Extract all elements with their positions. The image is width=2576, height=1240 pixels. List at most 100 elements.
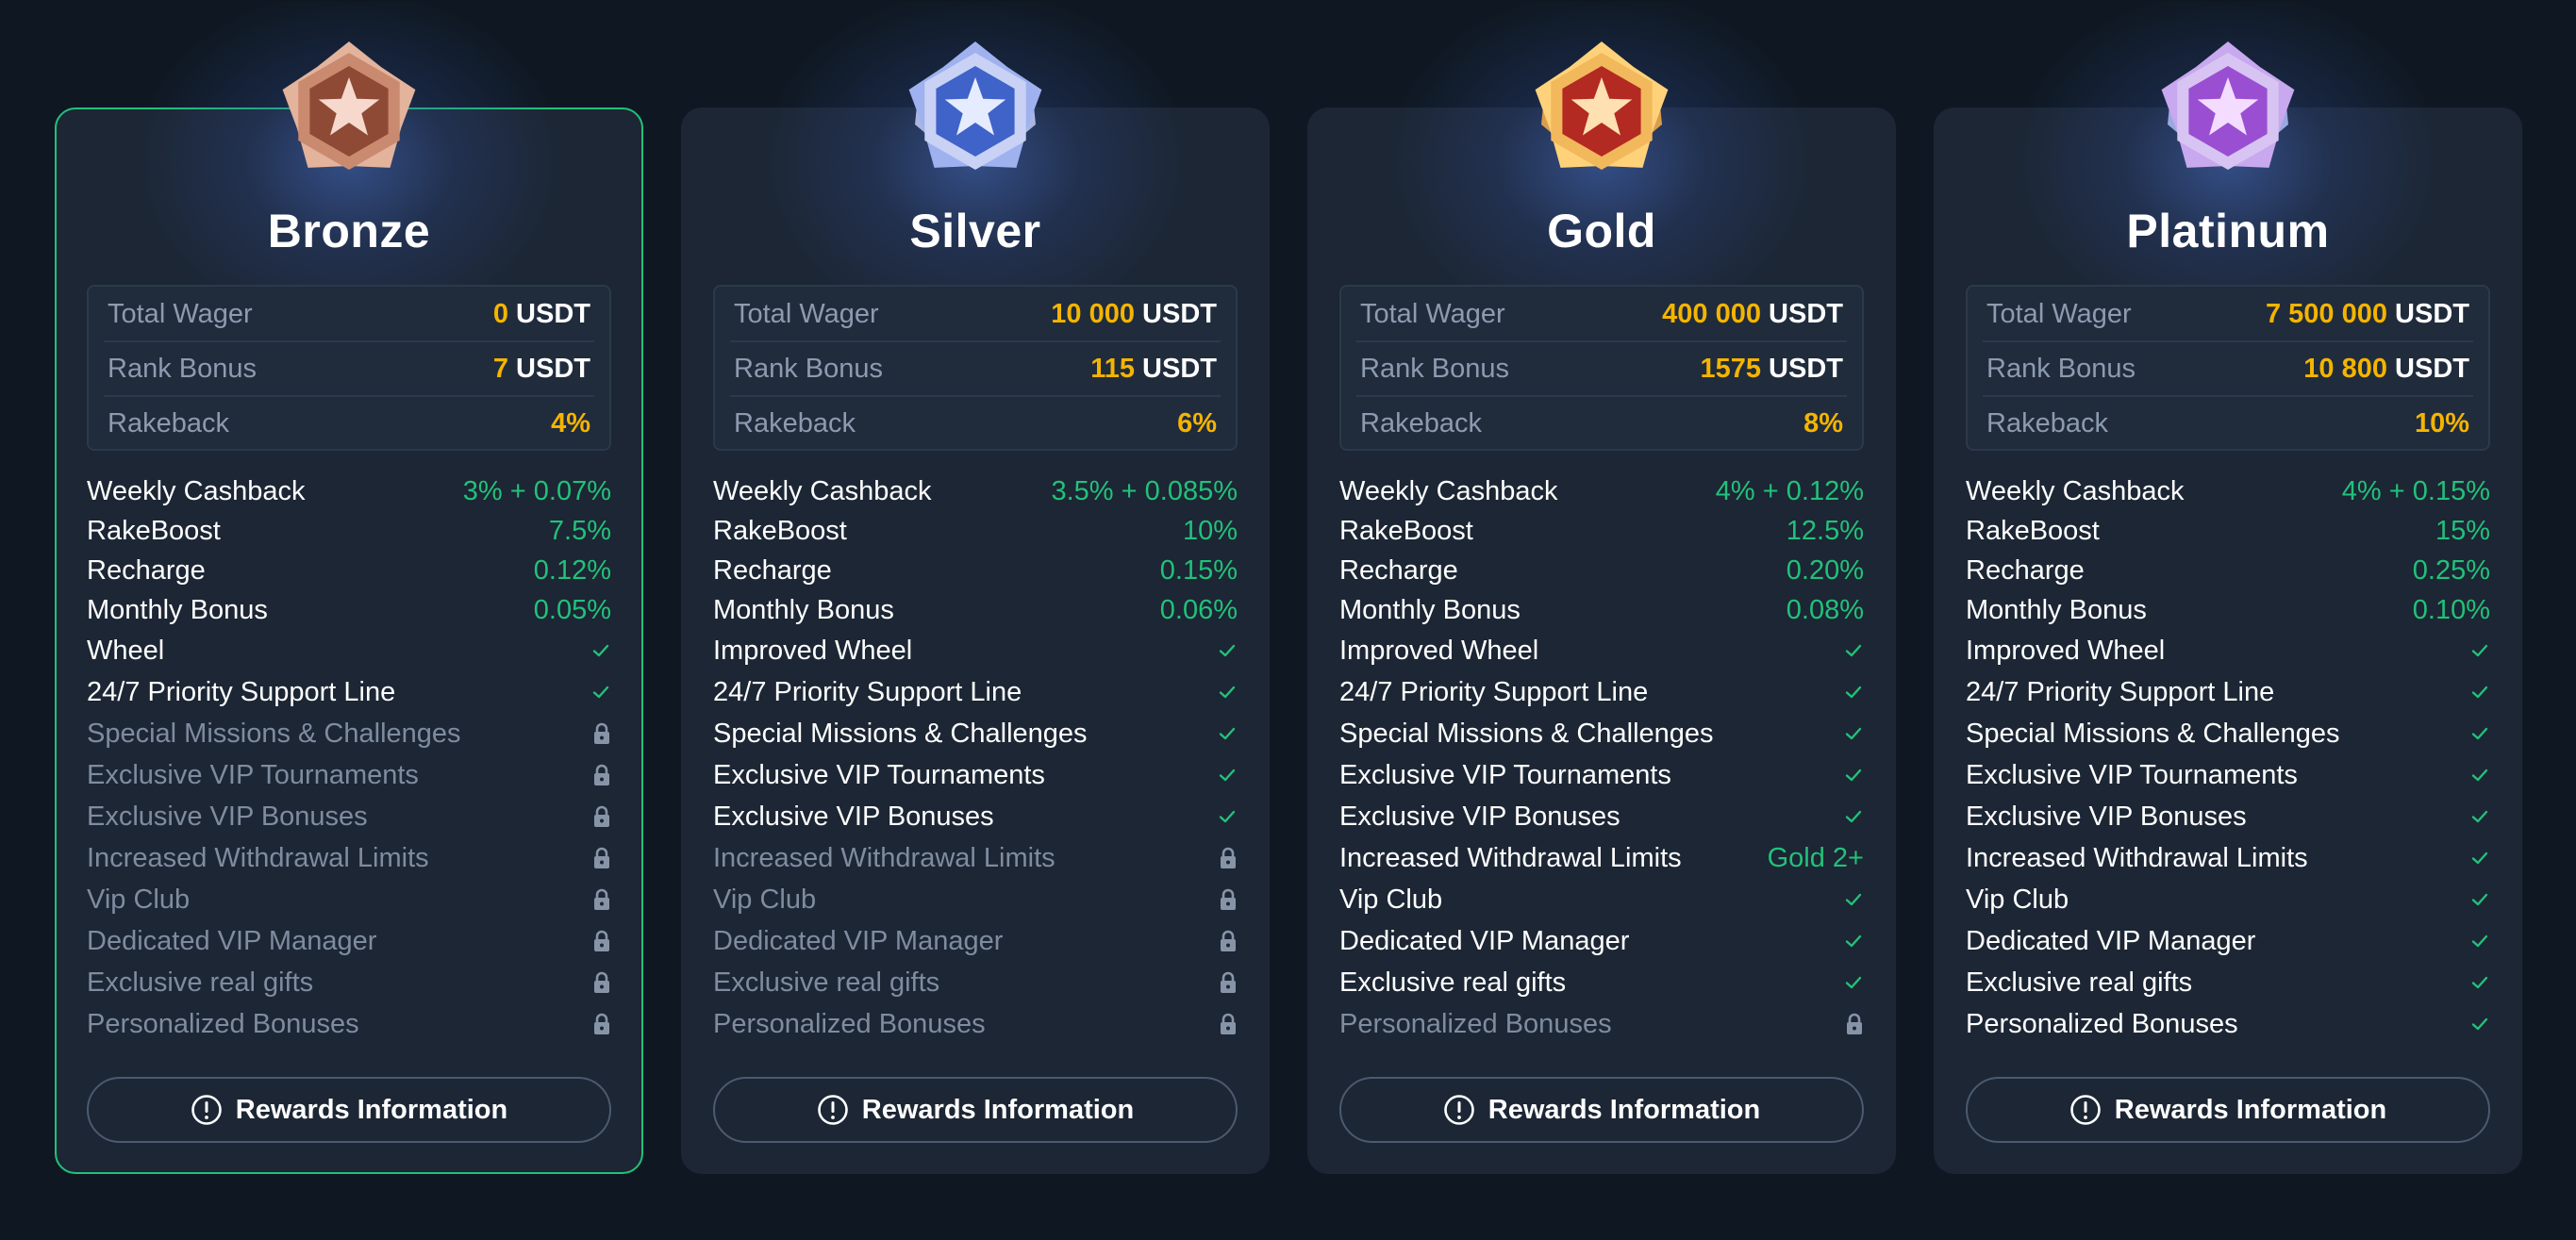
check-icon bbox=[2469, 889, 2490, 910]
info-icon bbox=[817, 1094, 862, 1126]
feature-name: 24/7 Priority Support Line bbox=[1339, 676, 1649, 707]
feature-value: 3.5% + 0.085% bbox=[1051, 475, 1238, 506]
lock-icon bbox=[592, 888, 611, 911]
feature-name: 24/7 Priority Support Line bbox=[87, 676, 396, 707]
currency-label: USDT bbox=[516, 353, 590, 384]
rakeback-amount: 6% bbox=[1177, 407, 1217, 438]
lock-icon bbox=[592, 722, 611, 745]
feature-name: Weekly Cashback bbox=[87, 475, 306, 506]
feature-name: 24/7 Priority Support Line bbox=[1966, 676, 2275, 707]
lock-icon bbox=[1219, 930, 1238, 952]
lock-icon bbox=[592, 930, 611, 952]
rank-bonus-value: 10 800 USDT bbox=[2303, 354, 2469, 385]
feature-row-special-missions-challenges: Special Missions & Challenges bbox=[1339, 713, 1864, 754]
feature-value: 0.05% bbox=[533, 594, 611, 625]
feature-value: 7.5% bbox=[548, 515, 611, 546]
rewards-information-button[interactable]: Rewards Information bbox=[87, 1077, 611, 1143]
rakeback-value: 10% bbox=[2415, 408, 2469, 439]
feature-row-improved-wheel: Improved Wheel bbox=[713, 630, 1238, 671]
feature-name: Weekly Cashback bbox=[1339, 475, 1558, 506]
feature-name: Dedicated VIP Manager bbox=[1339, 925, 1630, 956]
feature-row-improved-wheel: Improved Wheel bbox=[1966, 630, 2490, 671]
check-icon bbox=[1217, 765, 1238, 785]
currency-label: USDT bbox=[1142, 353, 1217, 384]
lock-icon bbox=[1219, 1013, 1238, 1035]
currency-label: USDT bbox=[2395, 353, 2469, 384]
tier-card-bronze: Bronze Total Wager 0 USDT Rank Bonus 7 U… bbox=[55, 2, 643, 1174]
rank-bonus-value: 7 USDT bbox=[493, 354, 590, 385]
rewards-information-button[interactable]: Rewards Information bbox=[1339, 1077, 1864, 1143]
stats-divider bbox=[730, 340, 1221, 342]
feature-value: 0.15% bbox=[1159, 554, 1238, 586]
rewards-information-button[interactable]: Rewards Information bbox=[713, 1077, 1238, 1143]
feature-value: 4% + 0.15% bbox=[2341, 475, 2490, 506]
feature-value: 0.10% bbox=[2412, 594, 2490, 625]
rank-bonus-label: Rank Bonus bbox=[108, 353, 257, 384]
feature-value: 10% bbox=[1182, 515, 1238, 546]
currency-label: USDT bbox=[1142, 298, 1217, 329]
feature-value: 15% bbox=[2435, 515, 2490, 546]
total-wager-label: Total Wager bbox=[734, 298, 879, 329]
feature-name: Recharge bbox=[713, 554, 832, 586]
feature-name: Special Missions & Challenges bbox=[87, 718, 461, 749]
feature-name: Improved Wheel bbox=[1966, 635, 2166, 666]
check-icon bbox=[2469, 972, 2490, 993]
lock-icon bbox=[1219, 847, 1238, 869]
info-icon bbox=[1443, 1094, 1488, 1126]
feature-row-vip-club: Vip Club bbox=[87, 879, 611, 920]
feature-row-monthly-bonus: Monthly Bonus 0.06% bbox=[713, 590, 1238, 630]
stats-divider bbox=[1983, 340, 2473, 342]
feature-name: Personalized Bonuses bbox=[87, 1008, 359, 1039]
feature-row-weekly-cashback: Weekly Cashback 3% + 0.07% bbox=[87, 471, 611, 511]
rank-bonus-row: Rank Bonus 115 USDT bbox=[734, 341, 1217, 396]
total-wager-row: Total Wager 0 USDT bbox=[108, 287, 590, 341]
feature-name: Exclusive VIP Bonuses bbox=[1966, 801, 2247, 832]
feature-name: Exclusive VIP Tournaments bbox=[1339, 759, 1671, 790]
rank-bonus-amount: 10 800 bbox=[2303, 353, 2387, 384]
check-icon bbox=[2469, 682, 2490, 703]
feature-row-exclusive-real-gifts: Exclusive real gifts bbox=[1966, 962, 2490, 1003]
total-wager-label: Total Wager bbox=[1986, 298, 2132, 329]
feature-name: Special Missions & Challenges bbox=[713, 718, 1088, 749]
lock-icon bbox=[592, 1013, 611, 1035]
check-icon bbox=[1843, 723, 1864, 744]
feature-row-exclusive-vip-bonuses: Exclusive VIP Bonuses bbox=[1339, 796, 1864, 837]
feature-row-recharge: Recharge 0.12% bbox=[87, 551, 611, 590]
stats-divider bbox=[1983, 395, 2473, 397]
feature-row-dedicated-vip-manager: Dedicated VIP Manager bbox=[713, 920, 1238, 962]
feature-name: Personalized Bonuses bbox=[1966, 1008, 2238, 1039]
rank-bonus-label: Rank Bonus bbox=[1360, 353, 1509, 384]
feature-name: RakeBoost bbox=[713, 515, 847, 546]
rakeback-label: Rakeback bbox=[734, 407, 856, 438]
feature-value: 4% + 0.12% bbox=[1715, 475, 1864, 506]
feature-value: Gold 2+ bbox=[1767, 842, 1864, 873]
feature-row-exclusive-real-gifts: Exclusive real gifts bbox=[87, 962, 611, 1003]
rakeback-row: Rakeback 8% bbox=[1360, 396, 1843, 451]
feature-row-dedicated-vip-manager: Dedicated VIP Manager bbox=[1339, 920, 1864, 962]
feature-name: Increased Withdrawal Limits bbox=[87, 842, 429, 873]
rewards-information-button[interactable]: Rewards Information bbox=[1966, 1077, 2490, 1143]
total-wager-row: Total Wager 10 000 USDT bbox=[734, 287, 1217, 341]
feature-name: Increased Withdrawal Limits bbox=[1966, 842, 2308, 873]
feature-name: Increased Withdrawal Limits bbox=[1339, 842, 1682, 873]
feature-name: Monthly Bonus bbox=[1339, 594, 1521, 625]
rakeback-row: Rakeback 10% bbox=[1986, 396, 2469, 451]
check-icon bbox=[2469, 723, 2490, 744]
rewards-information-label: Rewards Information bbox=[235, 1094, 508, 1125]
tier-title: Silver bbox=[909, 205, 1041, 257]
feature-name: Vip Club bbox=[713, 884, 817, 915]
tier-card-gold: Gold Total Wager 400 000 USDT Rank Bonus… bbox=[1307, 2, 1896, 1174]
rakeback-value: 6% bbox=[1177, 408, 1217, 439]
feature-row-personalized-bonuses: Personalized Bonuses bbox=[1966, 1003, 2490, 1045]
feature-name: 24/7 Priority Support Line bbox=[713, 676, 1022, 707]
tier-stats-box: Total Wager 0 USDT Rank Bonus 7 USDT Rak… bbox=[87, 285, 611, 451]
rank-bonus-amount: 115 bbox=[1090, 353, 1135, 384]
lock-icon bbox=[1219, 971, 1238, 994]
feature-row-rakeboost: RakeBoost 15% bbox=[1966, 511, 2490, 551]
feature-name: Improved Wheel bbox=[713, 635, 913, 666]
feature-name: Monthly Bonus bbox=[713, 594, 894, 625]
feature-name: Exclusive real gifts bbox=[87, 967, 314, 998]
rank-bonus-row: Rank Bonus 1575 USDT bbox=[1360, 341, 1843, 396]
feature-row-improved-wheel: Improved Wheel bbox=[1339, 630, 1864, 671]
currency-label: USDT bbox=[1769, 353, 1843, 384]
